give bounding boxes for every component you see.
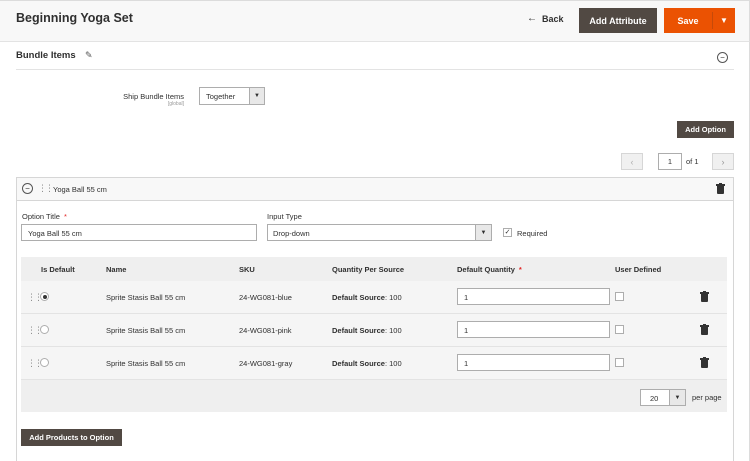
input-type-select[interactable]: Drop-down ▼ [267, 224, 492, 241]
drag-handle-icon[interactable]: ⋮⋮ [27, 359, 43, 368]
row-sku: 24-WG081-gray [239, 359, 293, 368]
is-default-radio[interactable] [40, 358, 49, 367]
option-header [16, 177, 734, 201]
page-title: Beginning Yoga Set [16, 11, 133, 25]
arrow-left-icon: ← [527, 13, 537, 24]
chevron-down-icon: ▼ [475, 225, 491, 240]
row-qty-per-source: Default Source: 100 [332, 293, 402, 302]
row-sku: 24-WG081-blue [239, 293, 292, 302]
col-header-sku: SKU [239, 265, 255, 274]
option-title-label: Option Title * [22, 212, 67, 221]
per-page-value: 20 [650, 394, 659, 403]
default-qty-input[interactable]: 1 [457, 354, 610, 371]
pager-page-input[interactable]: 1 [658, 153, 682, 170]
required-checkbox[interactable]: ✓ [503, 228, 512, 237]
pager-total: of 1 [686, 157, 699, 166]
col-header-qty-per-source: Quantity Per Source [332, 265, 405, 274]
row-name: Sprite Stasis Ball 55 cm [106, 359, 186, 368]
trash-icon[interactable] [700, 324, 709, 335]
chevron-down-icon: ▼ [669, 390, 685, 405]
section-divider [16, 69, 734, 70]
per-page-select[interactable]: 20 ▼ [640, 389, 686, 406]
back-button[interactable]: ← Back [527, 13, 564, 24]
option-title-input[interactable]: Yoga Ball 55 cm [21, 224, 257, 241]
col-header-user-defined: User Defined [615, 265, 662, 274]
default-qty-input[interactable]: 1 [457, 321, 610, 338]
per-page-label: per page [692, 393, 722, 402]
row-sku: 24-WG081-pink [239, 326, 292, 335]
required-label: Required [517, 229, 548, 238]
trash-icon[interactable] [700, 357, 709, 368]
user-defined-checkbox[interactable] [615, 358, 624, 367]
is-default-radio[interactable] [40, 292, 49, 301]
add-attribute-button[interactable]: Add Attribute [579, 8, 657, 33]
ship-bundle-select[interactable]: Together ▼ [199, 87, 265, 105]
user-defined-checkbox[interactable] [615, 325, 624, 334]
drag-handle-icon[interactable]: ⋮⋮ [38, 184, 54, 193]
section-title: Bundle Items [16, 50, 76, 61]
row-name: Sprite Stasis Ball 55 cm [106, 326, 186, 335]
back-label: Back [542, 13, 564, 24]
trash-icon[interactable] [700, 291, 709, 302]
row-name: Sprite Stasis Ball 55 cm [106, 293, 186, 302]
is-default-radio[interactable] [40, 325, 49, 334]
option-name: Yoga Ball 55 cm [53, 185, 107, 194]
checkmark-icon: ✓ [504, 229, 511, 236]
add-products-to-option-button[interactable]: Add Products to Option [21, 429, 122, 446]
chevron-down-icon[interactable]: ▼ [713, 8, 735, 33]
pencil-icon[interactable]: ✎ [85, 50, 93, 61]
add-option-button[interactable]: Add Option [677, 121, 734, 138]
collapse-icon[interactable]: − [717, 52, 728, 63]
row-qty-per-source: Default Source: 100 [332, 359, 402, 368]
col-header-name: Name [106, 265, 127, 274]
save-label: Save [677, 15, 699, 26]
row-divider [21, 379, 727, 380]
row-qty-per-source: Default Source: 100 [332, 326, 402, 335]
pager-prev-button[interactable]: ‹ [621, 153, 643, 170]
input-type-value: Drop-down [273, 229, 310, 238]
chevron-right-icon: › [721, 156, 725, 167]
ship-bundle-scope: [global] [167, 101, 184, 107]
ship-bundle-value: Together [206, 92, 236, 101]
user-defined-checkbox[interactable] [615, 292, 624, 301]
col-header-default-qty: Default Quantity * [457, 265, 522, 274]
drag-handle-icon[interactable]: ⋮⋮ [27, 293, 43, 302]
option-collapse-icon[interactable]: − [22, 183, 33, 194]
input-type-label: Input Type [267, 212, 302, 221]
pager-next-button[interactable]: › [712, 153, 734, 170]
trash-icon[interactable] [716, 183, 725, 194]
default-qty-input[interactable]: 1 [457, 288, 610, 305]
col-header-is-default: Is Default [41, 265, 75, 274]
drag-handle-icon[interactable]: ⋮⋮ [27, 326, 43, 335]
chevron-left-icon: ‹ [630, 156, 634, 167]
ship-bundle-label: Ship Bundle Items [123, 92, 184, 101]
chevron-down-icon: ▼ [249, 88, 264, 104]
save-button[interactable]: Save ▼ [664, 8, 735, 33]
